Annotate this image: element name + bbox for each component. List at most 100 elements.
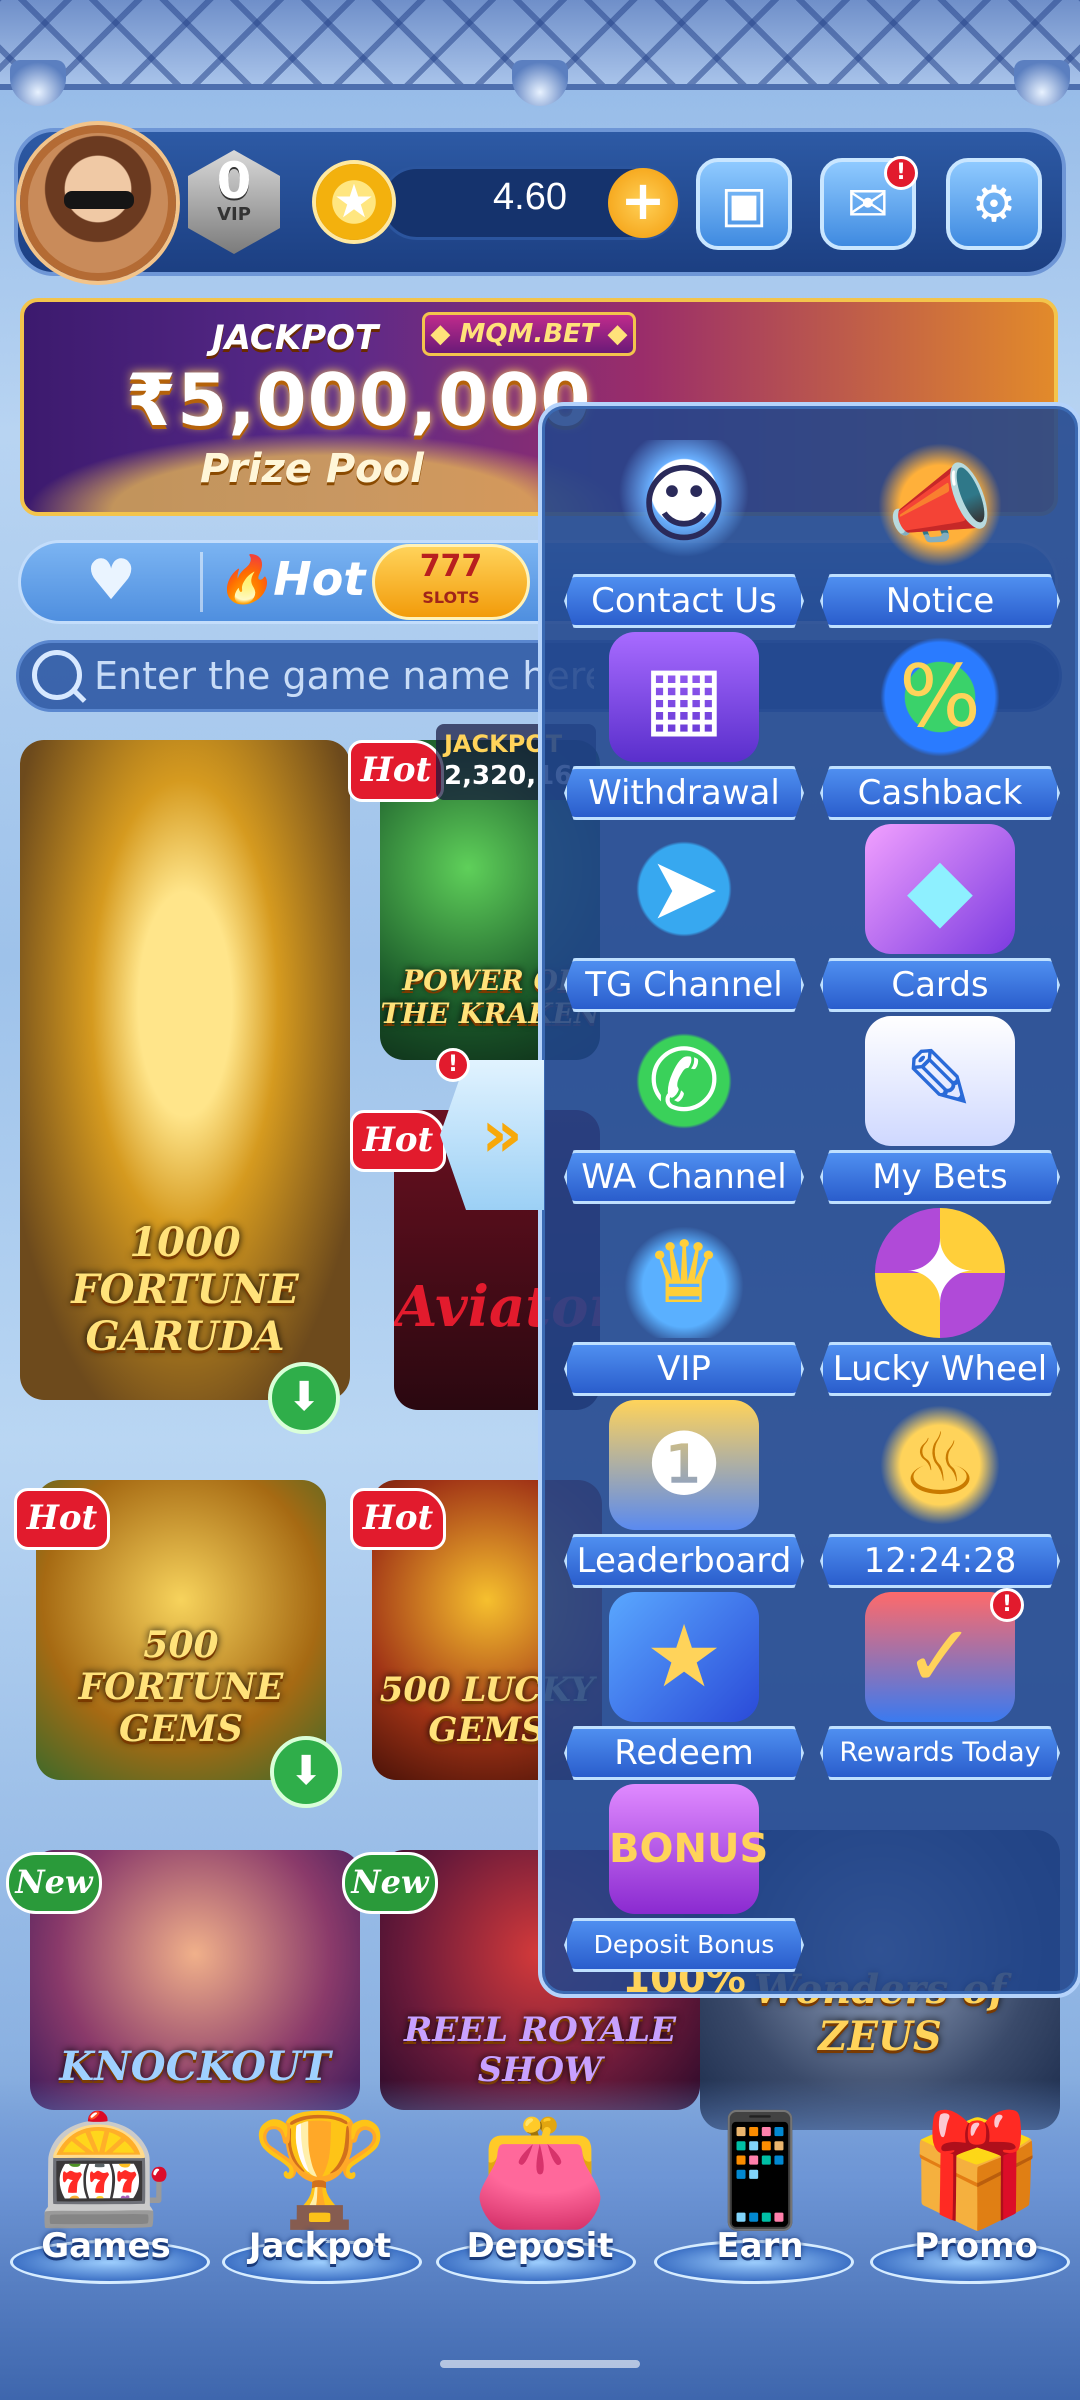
tab-slots-777: 777 [419,549,483,584]
megaphone-icon: 📣 [865,440,1015,570]
menu-item-label: Cards [820,958,1060,1012]
menu-item-label: Deposit Bonus [564,1918,804,1972]
gift-cashback-icon: % [865,632,1015,762]
menu-item-deposit-bonus[interactable]: BONUS 100% Deposit Bonus [564,1784,804,2002]
mail-icon: ✉ [847,175,889,233]
notepad-icon: ✎ [865,1016,1015,1146]
mail-alert-badge: ! [884,156,918,190]
menu-item-rewards-today[interactable]: ✓ Rewards Today [820,1592,1060,1782]
nav-games[interactable]: 🎰 Games [6,2100,206,2290]
wallet-icon: 👛 [471,2106,609,2234]
menu-item-label: Lucky Wheel [820,1342,1060,1396]
prize-pool-label: Prize Pool [200,446,424,492]
telegram-icon: ➤ [609,824,759,954]
support-agent-icon: ☺ [609,440,759,570]
nav-deposit[interactable]: 👛 Deposit [440,2100,640,2290]
menu-item-label: Notice [820,574,1060,628]
game-title: 500 FORTUNE GEMS [78,1624,284,1750]
wallet-icon: ▣ [720,175,768,233]
crown-icon: ♛ [609,1208,759,1338]
menu-item-cards[interactable]: ◆ Cards [820,824,1060,1014]
menu-item-label: TG Channel [564,958,804,1012]
nav-label: Promo [914,2226,1038,2266]
menu-item-contact-us[interactable]: ☺ Contact Us [564,440,804,630]
menu-item-label: My Bets [820,1150,1060,1204]
menu-item-lucky-wheel[interactable]: ✦ Lucky Wheel [820,1208,1060,1398]
whatsapp-icon: ✆ [609,1016,759,1146]
phone-coins-icon: 📱 [691,2106,829,2234]
menu-item-label: VIP [564,1342,804,1396]
add-funds-button[interactable]: + [608,168,678,238]
home-indicator [440,2360,640,2368]
atm-icon: ▦ [609,632,759,762]
tab-hot-label: Hot [273,552,366,606]
rewards-alert-badge: ! [990,1588,1024,1622]
trophy-icon: 🏆 [251,2106,389,2234]
spotlight [1014,60,1070,106]
menu-item-timer[interactable]: ♨ 12:24:28 [820,1400,1060,1590]
settings-button[interactable]: ⚙ [946,158,1042,250]
hot-badge: Hot [350,1110,446,1172]
gift-box-icon: 🎁 [907,2106,1045,2234]
nav-label: Games [41,2226,171,2266]
avatar-sunglasses [64,191,134,209]
menu-item-leaderboard[interactable]: ❶ Leaderboard [564,1400,804,1590]
hot-badge: Hot [14,1488,110,1550]
game-tile[interactable]: 1000 FORTUNE GARUDA [20,740,350,1400]
tab-favorites[interactable]: ♥ [86,548,136,613]
tab-slots[interactable]: 777 SLOTS [372,544,530,620]
new-badge: New [6,1852,102,1914]
balance-amount: 4.60 [493,176,567,218]
menu-item-label: Cashback [820,766,1060,820]
jackpot-amount: ₹5,000,000 [126,358,592,442]
diamond-card-icon: ◆ [865,824,1015,954]
magic-lamp-icon: ♨ [865,1400,1015,1530]
menu-item-vip[interactable]: ♛ VIP [564,1208,804,1398]
tab-hot[interactable]: 🔥Hot [216,552,365,607]
menu-item-tg-channel[interactable]: ➤ TG Channel [564,824,804,1014]
tab-divider [200,552,203,612]
banner-jackpot-label: JACKPOT [212,318,379,358]
nav-earn[interactable]: 📱 Earn [660,2100,860,2290]
menu-item-notice[interactable]: 📣 Notice [820,440,1060,630]
brand-badge: ◆ MQM.BET ◆ [422,312,636,356]
tab-slots-label: SLOTS [422,588,480,607]
slot-machine-icon: 🎰 [37,2106,175,2234]
wheel-icon: ✦ [875,1208,1005,1338]
menu-item-label: Contact Us [564,574,804,628]
spotlight [512,60,568,106]
menu-item-label: Leaderboard [564,1534,804,1588]
download-icon[interactable]: ⬇ [270,1736,342,1808]
menu-item-redeem[interactable]: ★ Redeem [564,1592,804,1782]
ticket-icon: ★ [609,1592,759,1722]
menu-item-cashback[interactable]: % Cashback [820,632,1060,822]
nav-label: Jackpot [248,2226,392,2266]
menu-item-withdrawal[interactable]: ▦ Withdrawal [564,632,804,822]
menu-item-wa-channel[interactable]: ✆ WA Channel [564,1016,804,1206]
menu-item-label: WA Channel [564,1150,804,1204]
menu-item-label: Withdrawal [564,766,804,820]
nav-promo[interactable]: 🎁 Promo [876,2100,1076,2290]
flame-icon: 🔥 [216,552,274,606]
nav-label: Earn [716,2226,804,2266]
game-title: 1000 FORTUNE GARUDA [71,1219,299,1360]
drawer-alert-badge: ! [436,1048,470,1082]
new-badge: New [342,1852,438,1914]
gear-icon: ⚙ [971,175,1017,233]
menu-item-label: Redeem [564,1726,804,1780]
nav-jackpot[interactable]: 🏆 Jackpot [220,2100,420,2290]
search-icon [32,650,82,700]
menu-item-my-bets[interactable]: ✎ My Bets [820,1016,1060,1206]
download-icon[interactable]: ⬇ [268,1362,340,1434]
wallet-button[interactable]: ▣ [696,158,792,250]
coin-icon: ★ [312,160,396,244]
countdown-timer: 12:24:28 [820,1534,1060,1588]
bonus-gift-icon: BONUS 100% [609,1784,768,2002]
avatar[interactable] [20,125,176,281]
vip-label: VIP [217,204,251,225]
menu-item-label: Rewards Today [820,1726,1060,1780]
spotlight [10,60,66,106]
nav-label: Deposit [466,2226,614,2266]
podium-icon: ❶ [609,1400,759,1530]
search-input[interactable] [94,648,594,704]
